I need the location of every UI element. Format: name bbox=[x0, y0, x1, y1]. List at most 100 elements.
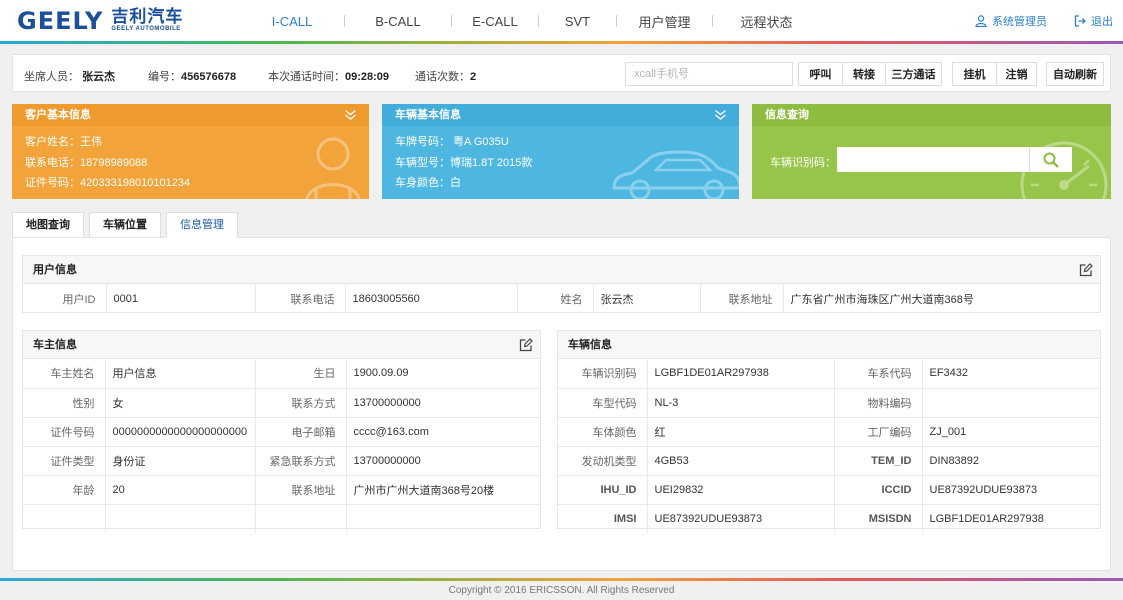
owner-age-label: 年龄 bbox=[23, 474, 106, 505]
owner-contact-value: 13700000000 bbox=[345, 387, 540, 418]
current-user[interactable]: 系统管理员 bbox=[975, 13, 1047, 29]
vehicle-info-card: 车辆基本信息 车牌号码： 粤A G035U 车辆型号：博瑞1.8T 2015款 … bbox=[382, 104, 739, 199]
call-time-value: 09:28:09 bbox=[345, 71, 390, 83]
tab-vehicle-location[interactable]: 车辆位置 bbox=[89, 212, 161, 238]
owner-name-value: 用户信息 bbox=[104, 359, 256, 389]
engine-type-label: 发动机类型 bbox=[558, 445, 648, 476]
nav-icall[interactable]: I-CALL bbox=[240, 14, 344, 29]
owner-info-title: 车主信息 bbox=[33, 339, 77, 351]
query-card-title: 信息查询 bbox=[765, 109, 809, 121]
table-row: 车主姓名 用户信息 生日 1900.09.09 bbox=[23, 359, 540, 389]
refresh-button-group: 自动刷新 bbox=[1046, 62, 1104, 86]
logout-label: 退出 bbox=[1091, 16, 1113, 28]
series-code-value: EF3432 bbox=[921, 359, 1100, 389]
agent-value: 张云杰 bbox=[82, 71, 116, 83]
footer-copyright: Copyright © 2016 ERICSSON. All Rights Re… bbox=[0, 581, 1123, 600]
geely-logo[interactable]: GEELY 吉利汽车 GEELY AUTOMOBILE bbox=[17, 7, 184, 35]
table-row: 车辆识别码 LGBF1DE01AR297938 车系代码 EF3432 bbox=[558, 359, 1100, 389]
user-address-label: 联系地址 bbox=[699, 284, 784, 313]
table-row: 年龄 20 联系地址 广州市广州大道南368号20楼 bbox=[23, 474, 540, 505]
call-button[interactable]: 呼叫 bbox=[799, 63, 842, 85]
ihu-id-label: IHU_ID bbox=[558, 474, 648, 505]
owner-info-table: 车主姓名 用户信息 生日 1900.09.09 性别 女 联系方式 137000… bbox=[23, 359, 540, 533]
xcall-phone-input[interactable] bbox=[625, 62, 793, 86]
chevron-down-icon[interactable] bbox=[344, 109, 357, 121]
empty-cell bbox=[345, 503, 540, 533]
vehicle-card-title: 车辆基本信息 bbox=[395, 109, 461, 121]
user-name: 系统管理员 bbox=[992, 16, 1047, 28]
model-code-label: 车型代码 bbox=[558, 387, 648, 418]
vin-label: 车辆识别码 bbox=[558, 359, 648, 389]
owner-contact-label: 联系方式 bbox=[254, 387, 347, 418]
tab-info-management[interactable]: 信息管理 bbox=[166, 212, 238, 238]
user-info-table: 用户ID 0001 联系电话 18603005560 姓名 张云杰 联系地址 广… bbox=[23, 284, 1100, 313]
logo-cn: 吉利汽车 bbox=[111, 7, 184, 26]
body-color-label: 车体颜色 bbox=[558, 416, 648, 447]
table-row: 性别 女 联系方式 13700000000 bbox=[23, 387, 540, 418]
vehicle-detail-title: 车辆信息 bbox=[568, 339, 612, 351]
msisdn-label: MSISDN bbox=[833, 503, 923, 533]
search-icon bbox=[1043, 152, 1059, 168]
agent-id-value: 456576678 bbox=[181, 71, 237, 83]
table-row: 证件号码 0000000000000000000000 电子邮箱 cccc@16… bbox=[23, 416, 540, 447]
logout-link[interactable]: 退出 bbox=[1074, 13, 1113, 29]
call-time-field: 本次通话时间：09:28:09 bbox=[268, 68, 389, 84]
owner-name-label: 车主姓名 bbox=[23, 359, 106, 389]
user-info-section: 用户信息 用户ID 0001 联系电话 18603005560 姓名 张云杰 联… bbox=[22, 255, 1101, 313]
hangup-button[interactable]: 挂机 bbox=[953, 63, 996, 85]
vehicle-detail-table: 车辆识别码 LGBF1DE01AR297938 车系代码 EF3432 车型代码… bbox=[558, 359, 1100, 533]
user-address-value: 广东省广州市海珠区广州大道南368号 bbox=[782, 284, 1100, 313]
owner-email-value: cccc@163.com bbox=[345, 416, 540, 447]
owner-address-value: 广州市广州大道南368号20楼 bbox=[345, 474, 540, 505]
imsi-label: IMSI bbox=[558, 503, 648, 533]
material-code-value bbox=[921, 387, 1100, 418]
customer-name: 客户姓名：王伟 bbox=[25, 136, 102, 148]
empty-cell bbox=[104, 503, 256, 533]
auto-refresh-button[interactable]: 自动刷新 bbox=[1047, 63, 1103, 85]
body-color-value: 红 bbox=[646, 416, 835, 447]
transfer-button[interactable]: 转接 bbox=[842, 63, 885, 85]
nav-user-management[interactable]: 用户管理 bbox=[617, 12, 712, 31]
vin-search-input[interactable] bbox=[837, 147, 1029, 172]
table-row: 车型代码 NL-3 物料编码 bbox=[558, 387, 1100, 418]
owner-birthday-value: 1900.09.09 bbox=[345, 359, 540, 389]
owner-info-section: 车主信息 车主姓名 用户信息 生日 1900.09.09 性别 女 联系方式 1… bbox=[22, 330, 541, 533]
logout-icon bbox=[1074, 15, 1086, 27]
user-icon bbox=[975, 15, 987, 27]
call-button-group: 呼叫 转接 三方通话 bbox=[798, 62, 942, 86]
owner-emergency-label: 紧急联系方式 bbox=[254, 445, 347, 476]
edit-icon[interactable] bbox=[519, 338, 533, 352]
vin-label: 车辆识别码： bbox=[770, 157, 836, 169]
hangup-button-group: 挂机 注销 bbox=[952, 62, 1037, 86]
factory-code-value: ZJ_001 bbox=[921, 416, 1100, 447]
agent-info-bar: 坐席人员： 张云杰 编号：456576678 本次通话时间：09:28:09 通… bbox=[12, 54, 1111, 92]
nav-ecall[interactable]: E-CALL bbox=[452, 14, 538, 29]
tab-map-query[interactable]: 地图查询 bbox=[12, 212, 84, 238]
vehicle-card-header: 车辆基本信息 bbox=[382, 104, 739, 126]
owner-idno-value: 0000000000000000000000 bbox=[104, 416, 256, 447]
nav-bcall[interactable]: B-CALL bbox=[345, 14, 451, 29]
user-info-header: 用户信息 bbox=[23, 256, 1100, 284]
signout-button[interactable]: 注销 bbox=[996, 63, 1036, 85]
table-row: 证件类型 身份证 紧急联系方式 13700000000 bbox=[23, 445, 540, 476]
user-info-title: 用户信息 bbox=[33, 264, 77, 276]
vehicle-detail-header: 车辆信息 bbox=[558, 331, 1100, 359]
header: GEELY 吉利汽车 GEELY AUTOMOBILE I-CALL B-CAL… bbox=[0, 0, 1123, 44]
engine-type-value: 4GB53 bbox=[646, 445, 835, 476]
vin-search-button[interactable] bbox=[1029, 147, 1072, 172]
user-name-value: 张云杰 bbox=[592, 284, 701, 313]
three-way-call-button[interactable]: 三方通话 bbox=[885, 63, 941, 85]
msisdn-value: LGBF1DE01AR297938 bbox=[921, 503, 1100, 533]
call-count-value: 2 bbox=[470, 71, 477, 83]
main-nav: I-CALL B-CALL E-CALL SVT 用户管理 远程状态 bbox=[240, 0, 820, 42]
edit-icon[interactable] bbox=[1079, 263, 1093, 277]
owner-address-label: 联系地址 bbox=[254, 474, 347, 505]
nav-svt[interactable]: SVT bbox=[539, 14, 616, 29]
chevron-down-icon[interactable] bbox=[714, 109, 727, 121]
owner-gender-label: 性别 bbox=[23, 387, 106, 418]
customer-phone: 联系电话：18798989088 bbox=[25, 156, 148, 169]
vehicle-plate: 车牌号码： 粤A G035U bbox=[395, 136, 509, 148]
call-count-field: 通话次数：2 bbox=[415, 68, 476, 84]
content-tabs: 地图查询 车辆位置 信息管理 bbox=[12, 212, 243, 238]
nav-remote-status[interactable]: 远程状态 bbox=[713, 12, 820, 31]
